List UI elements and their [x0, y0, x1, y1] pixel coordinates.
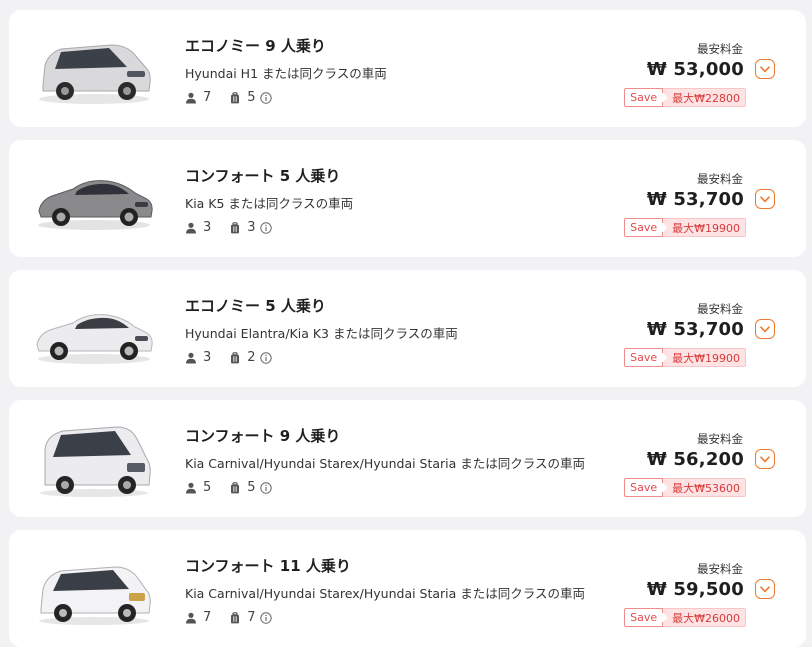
car-specs: 5 5 [185, 480, 290, 495]
expand-button[interactable] [755, 579, 775, 599]
person-icon [186, 482, 196, 493]
chevron-down-icon [760, 585, 770, 592]
save-amount: 最大₩19900 [663, 348, 746, 367]
car-option-card[interactable]: コンフォート 5 人乗り Kia K5 または同クラスの車両 3 3 最安料金 … [9, 140, 806, 257]
passenger-count: 5 [185, 480, 211, 495]
minivan-icon [31, 545, 157, 631]
car-class-title: コンフォート 5 人乗り [185, 167, 341, 185]
save-badge: Save 最大₩53600 [624, 478, 746, 497]
expand-button[interactable] [755, 59, 775, 79]
save-amount: 最大₩22800 [663, 88, 746, 107]
person-icon [186, 92, 196, 103]
save-badge: Save 最大₩22800 [624, 88, 746, 107]
lowest-price-label: 最安料金 [697, 42, 743, 56]
save-amount: 最大₩19900 [663, 218, 746, 237]
luggage-count-value: 2 [247, 350, 256, 365]
info-icon[interactable] [259, 221, 272, 234]
price-value: ₩ 59,500 [646, 579, 744, 600]
save-badge: Save 最大₩19900 [624, 348, 746, 367]
price-value: ₩ 53,700 [646, 319, 744, 340]
luggage-count: 5 [229, 480, 272, 495]
luggage-count-value: 5 [247, 480, 256, 495]
car-model-subtitle: Kia Carnival/Hyundai Starex/Hyundai Star… [185, 586, 586, 601]
lowest-price-label: 最安料金 [697, 432, 743, 446]
info-icon[interactable] [259, 611, 272, 624]
expand-button[interactable] [755, 449, 775, 469]
luggage-count-value: 7 [247, 610, 256, 625]
car-option-card[interactable]: コンフォート 11 人乗り Kia Carnival/Hyundai Stare… [9, 530, 806, 647]
passenger-count-value: 3 [203, 220, 212, 235]
luggage-count: 3 [229, 220, 272, 235]
sedan-icon [31, 285, 157, 371]
passenger-count: 3 [185, 350, 211, 365]
price-value: ₩ 56,200 [646, 449, 744, 470]
lowest-price-label: 最安料金 [697, 172, 743, 186]
luggage-icon [231, 221, 240, 233]
lowest-price-label: 最安料金 [697, 302, 743, 316]
minibus-icon [31, 415, 157, 501]
car-specs: 7 7 [185, 610, 290, 625]
info-icon[interactable] [259, 481, 272, 494]
van-icon [31, 25, 157, 111]
car-option-card[interactable]: エコノミー 5 人乗り Hyundai Elantra/Kia K3 または同ク… [9, 270, 806, 387]
save-amount: 最大₩26000 [663, 608, 746, 627]
lowest-price-label: 最安料金 [697, 562, 743, 576]
car-class-title: コンフォート 9 人乗り [185, 427, 341, 445]
luggage-count: 2 [229, 350, 272, 365]
passenger-count: 7 [185, 90, 211, 105]
price-value: ₩ 53,700 [646, 189, 744, 210]
car-class-title: エコノミー 5 人乗り [185, 297, 326, 315]
car-specs: 3 2 [185, 350, 290, 365]
car-option-card[interactable]: エコノミー 9 人乗り Hyundai H1 または同クラスの車両 7 5 最安… [9, 10, 806, 127]
passenger-count-value: 3 [203, 350, 212, 365]
car-option-card[interactable]: コンフォート 9 人乗り Kia Carnival/Hyundai Starex… [9, 400, 806, 517]
car-model-subtitle: Kia K5 または同クラスの車両 [185, 196, 354, 211]
luggage-icon [231, 481, 240, 493]
info-icon[interactable] [259, 351, 272, 364]
chevron-down-icon [760, 325, 770, 332]
person-icon [186, 612, 196, 623]
person-icon [186, 352, 196, 363]
expand-button[interactable] [755, 319, 775, 339]
person-icon [186, 222, 196, 233]
luggage-icon [231, 351, 240, 363]
chevron-down-icon [760, 455, 770, 462]
info-icon[interactable] [259, 91, 272, 104]
save-amount: 最大₩53600 [663, 478, 746, 497]
chevron-down-icon [760, 195, 770, 202]
car-model-subtitle: Hyundai H1 または同クラスの車両 [185, 66, 387, 81]
passenger-count-value: 7 [203, 610, 212, 625]
car-class-title: エコノミー 9 人乗り [185, 37, 326, 55]
luggage-icon [231, 611, 240, 623]
luggage-count: 5 [229, 90, 272, 105]
car-model-subtitle: Hyundai Elantra/Kia K3 または同クラスの車両 [185, 326, 458, 341]
car-specs: 3 3 [185, 220, 290, 235]
save-badge: Save 最大₩26000 [624, 608, 746, 627]
passenger-count: 3 [185, 220, 211, 235]
chevron-down-icon [760, 65, 770, 72]
car-specs: 7 5 [185, 90, 290, 105]
passenger-count-value: 5 [203, 480, 212, 495]
luggage-count-value: 3 [247, 220, 256, 235]
car-model-subtitle: Kia Carnival/Hyundai Starex/Hyundai Star… [185, 456, 586, 471]
car-class-title: コンフォート 11 人乗り [185, 557, 351, 575]
luggage-icon [231, 91, 240, 103]
sedan-icon [31, 155, 157, 241]
save-badge: Save 最大₩19900 [624, 218, 746, 237]
passenger-count: 7 [185, 610, 211, 625]
passenger-count-value: 7 [203, 90, 212, 105]
luggage-count: 7 [229, 610, 272, 625]
expand-button[interactable] [755, 189, 775, 209]
luggage-count-value: 5 [247, 90, 256, 105]
price-value: ₩ 53,000 [646, 59, 744, 80]
